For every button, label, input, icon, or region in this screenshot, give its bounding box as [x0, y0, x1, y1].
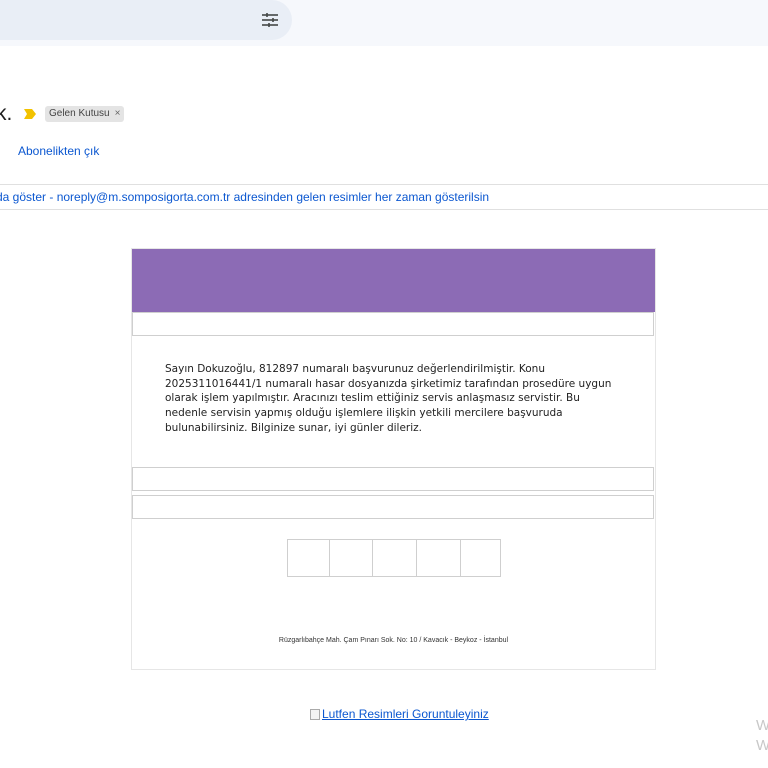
broken-image-alt-text: Lutfen Resimleri Goruntuleyiniz	[322, 707, 489, 721]
activation-watermark: W W	[756, 716, 768, 756]
broken-image-link[interactable]: Lutfen Resimleri Goruntuleyiniz	[310, 707, 489, 721]
show-images-link[interactable]: da göster - noreply@m.somposigorta.com.t…	[0, 190, 489, 204]
label-chip-text: Gelen Kutusu	[49, 108, 110, 119]
show-images-bar: da göster - noreply@m.somposigorta.com.t…	[0, 184, 768, 210]
email-body-card: Sayın Dokuzoğlu, 812897 numaralı başvuru…	[131, 248, 656, 670]
header-banner	[132, 249, 655, 312]
social-image-placeholder[interactable]	[416, 539, 461, 577]
top-toolbar	[0, 0, 768, 46]
watermark-line: W	[756, 737, 768, 754]
importance-marker-icon[interactable]	[24, 109, 36, 119]
label-chip-inbox[interactable]: Gelen Kutusu ×	[45, 106, 125, 122]
search-bar[interactable]	[0, 0, 292, 40]
tune-icon[interactable]	[258, 8, 282, 32]
unsubscribe-link[interactable]: Abonelikten çık	[18, 144, 99, 158]
company-address: Rüzgarlıbahçe Mah. Çam Pınarı Sok. No: 1…	[278, 637, 509, 644]
remove-label-icon[interactable]: ×	[115, 106, 121, 122]
email-subject: k.	[0, 102, 13, 125]
social-image-placeholder[interactable]	[460, 539, 501, 577]
social-image-placeholder[interactable]	[287, 539, 330, 577]
social-image-placeholder[interactable]	[329, 539, 373, 577]
empty-row	[132, 495, 654, 519]
watermark-line: W	[756, 717, 768, 734]
empty-row	[132, 467, 654, 491]
empty-row	[132, 312, 654, 336]
broken-image-icon	[310, 708, 320, 720]
social-links	[287, 539, 501, 577]
message-text: Sayın Dokuzoğlu, 812897 numaralı başvuru…	[165, 363, 612, 434]
social-image-placeholder[interactable]	[372, 539, 417, 577]
